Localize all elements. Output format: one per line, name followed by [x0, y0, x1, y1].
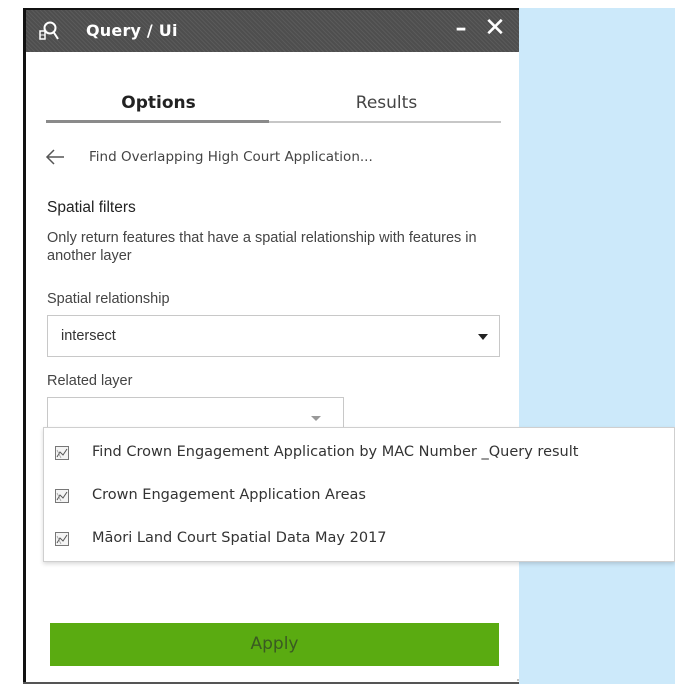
apply-button[interactable]: Apply	[50, 623, 499, 666]
related-layer-dropdown: Find Crown Engagement Application by MAC…	[43, 427, 675, 562]
tab-bar: Options Results	[46, 90, 501, 124]
active-tab-indicator	[46, 120, 269, 123]
dropdown-option-label: Māori Land Court Spatial Data May 2017	[92, 530, 387, 546]
dropdown-option-label: Crown Engagement Application Areas	[92, 487, 366, 503]
tab-options[interactable]: Options	[46, 90, 271, 122]
spatial-relationship-value: intersect	[61, 328, 116, 344]
tab-divider	[269, 121, 501, 123]
query-widget-icon	[38, 20, 60, 42]
layer-icon	[55, 488, 69, 503]
spatial-relationship-label: Spatial relationship	[47, 291, 170, 307]
layer-icon	[55, 531, 69, 546]
back-arrow-icon[interactable]	[44, 147, 66, 167]
query-panel: Query / Ui – ✕ Options Results Find Over…	[23, 8, 519, 684]
query-name[interactable]: Find Overlapping High Court Application.…	[89, 149, 373, 165]
spatial-relationship-select[interactable]: intersect	[47, 315, 500, 357]
back-row: Find Overlapping High Court Application.…	[44, 145, 504, 171]
minimize-icon[interactable]: –	[450, 16, 472, 42]
dropdown-option-label: Find Crown Engagement Application by MAC…	[92, 444, 579, 460]
dropdown-option[interactable]: Crown Engagement Application Areas	[44, 477, 674, 515]
panel-titlebar[interactable]: Query / Ui – ✕	[26, 10, 519, 52]
section-title: Spatial filters	[47, 199, 136, 216]
frame-margin	[0, 0, 20, 684]
tab-results[interactable]: Results	[274, 90, 499, 122]
panel-title: Query / Ui	[86, 21, 178, 40]
related-layer-label: Related layer	[47, 373, 133, 389]
chevron-down-icon	[311, 416, 321, 421]
dropdown-option[interactable]: Māori Land Court Spatial Data May 2017	[44, 520, 674, 558]
close-icon[interactable]: ✕	[482, 14, 508, 42]
dropdown-option[interactable]: Find Crown Engagement Application by MAC…	[44, 434, 674, 472]
map-canvas[interactable]	[519, 8, 675, 684]
layer-icon	[55, 445, 69, 460]
section-description: Only return features that have a spatial…	[47, 230, 477, 264]
chevron-down-icon	[478, 334, 488, 340]
